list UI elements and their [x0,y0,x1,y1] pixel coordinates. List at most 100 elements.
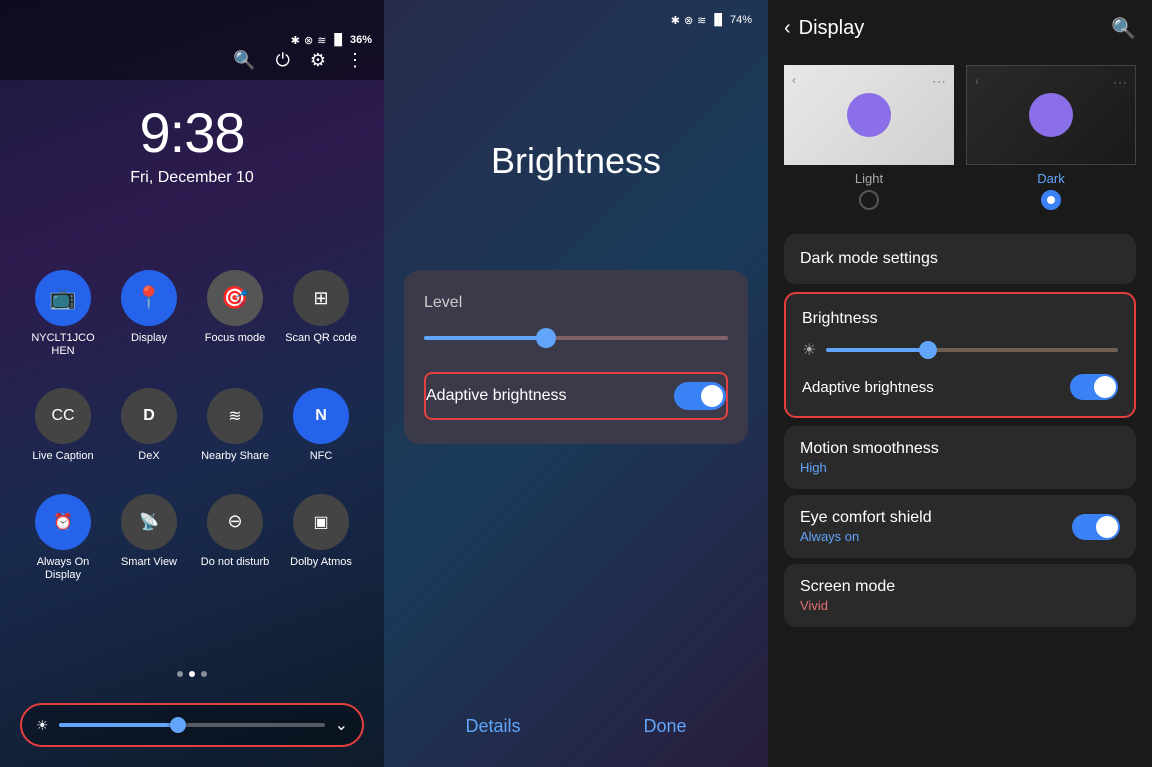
dot-3 [201,671,207,677]
theme-cards: ‹ ⋯ Light ‹ ⋯ Dark [768,53,1152,230]
brightness-thumb[interactable] [919,341,937,359]
app-icon-nearby: ≋ [207,388,263,444]
theme-circle-light [847,93,891,137]
app-nfc[interactable]: N NFC [285,388,357,463]
app-dex[interactable]: D DeX [113,388,185,463]
dark-mode-settings-item[interactable]: Dark mode settings [784,234,1136,284]
chevron-left-icon: ‹ [792,73,796,87]
level-slider[interactable] [424,328,728,348]
adaptive-brightness-row: Adaptive brightness [424,372,728,420]
chevron-left-dark-icon: ‹ [975,74,979,88]
adaptive-brightness-label: Adaptive brightness [426,387,567,405]
app-focus[interactable]: 🎯 Focus mode [199,270,271,358]
app-nyclt[interactable]: 📺 NYCLT1JCOHEN [27,270,99,358]
level-fill [424,336,546,340]
app-label-location: Display [131,332,167,345]
quick-icons-row: 🔍 ⏻ ⚙ ⋮ [0,42,384,79]
page-dots [0,671,384,677]
p2-battery: 74% [730,14,752,26]
adaptive-brightness-settings-row: Adaptive brightness [802,374,1118,400]
eye-comfort-shield-item[interactable]: Eye comfort shield Always on [784,495,1136,558]
dark-theme-preview: ‹ ⋯ [966,65,1136,165]
level-label: Level [424,294,728,312]
theme-circle-dark [1029,93,1073,137]
brightness-fill-right [928,348,1118,352]
theme-card-dark[interactable]: ‹ ⋯ Dark [966,65,1136,218]
time-display: 9:38 Fri, December 10 [0,100,384,187]
light-radio[interactable] [784,190,954,218]
details-button[interactable]: Details [465,716,520,737]
back-arrow-icon[interactable]: ‹ [784,17,791,40]
app-smart-view[interactable]: 📡 Smart View [113,494,185,582]
app-icon-dnd: ⊖ [207,494,263,550]
app-dolby[interactable]: ▣ Dolby Atmos [285,494,357,582]
search-icon[interactable]: 🔍 [233,50,255,71]
app-qr[interactable]: ⊞ Scan QR code [285,270,357,358]
brightness-slider-track[interactable] [59,723,325,727]
adaptive-brightness-toggle[interactable] [674,382,726,410]
app-location[interactable]: 📍 Display [113,270,185,358]
app-icon-nfc: N [293,388,349,444]
light-theme-label: Light [784,165,954,190]
screen-mode-label: Screen mode [800,578,1120,596]
app-label-live: Live Caption [32,450,93,463]
level-thumb[interactable] [536,328,556,348]
dark-radio[interactable] [966,190,1136,218]
apps-row-1: 📺 NYCLT1JCOHEN 📍 Display 🎯 Focus mode ⊞ … [20,270,364,358]
app-icon-dex: D [121,388,177,444]
app-label-nfc: NFC [310,450,333,463]
brightness-track[interactable] [826,348,1118,352]
app-icon-focus: 🎯 [207,270,263,326]
display-page-title: Display [799,17,865,40]
brightness-thumb[interactable] [170,717,186,733]
app-live-caption[interactable]: CC Live Caption [27,388,99,463]
brightness-bar-panel1[interactable]: ☀ ⌄ [20,703,364,747]
header-left: ‹ Display [784,17,864,40]
app-label-nyclt: NYCLT1JCOHEN [31,332,94,358]
dots-dark-icon: ⋯ [1113,74,1127,91]
app-icon-live: CC [35,388,91,444]
eye-comfort-label: Eye comfort shield [800,509,1072,527]
app-label-smart: Smart View [121,556,177,569]
brightness-fill [59,723,179,727]
dot-1 [177,671,183,677]
clock-date: Fri, December 10 [0,169,384,187]
settings-icon[interactable]: ⚙ [310,50,326,71]
app-label-dnd: Do not disturb [201,556,269,569]
dots-icon: ⋯ [932,73,946,90]
app-icon-aod: ⏰ [35,494,91,550]
power-icon[interactable]: ⏻ [276,50,290,71]
panel-lockscreen: ✱ ⊗ ≋ ▐▌ 36% 🔍 ⏻ ⚙ ⋮ 9:38 Fri, December … [0,0,384,767]
dot-2 [189,671,195,677]
brightness-fill [826,348,928,352]
theme-card-light[interactable]: ‹ ⋯ Light [784,65,954,218]
apps-row-2: CC Live Caption D DeX ≋ Nearby Share N N… [20,388,364,463]
motion-smoothness-item[interactable]: Motion smoothness High [784,426,1136,489]
eye-comfort-text: Eye comfort shield Always on [800,509,1072,544]
level-fill-right [546,336,728,340]
screen-mode-item[interactable]: Screen mode Vivid [784,564,1136,627]
motion-smoothness-label: Motion smoothness [800,440,1120,458]
app-aod[interactable]: ⏰ Always On Display [27,494,99,582]
screen-mode-value: Vivid [800,598,1120,613]
apps-row-3: ⏰ Always On Display 📡 Smart View ⊖ Do no… [20,494,364,582]
display-header: ‹ Display 🔍 [768,0,1152,53]
dark-theme-label: Dark [966,165,1136,190]
app-label-focus: Focus mode [205,332,266,345]
clock-time: 9:38 [0,100,384,165]
search-icon[interactable]: 🔍 [1111,16,1136,41]
chevron-down-icon[interactable]: ⌄ [335,715,348,735]
app-nearby[interactable]: ≋ Nearby Share [199,388,271,463]
app-label-aod: Always On Display [27,556,99,582]
done-button[interactable]: Done [643,716,686,737]
app-dnd[interactable]: ⊖ Do not disturb [199,494,271,582]
eye-comfort-toggle[interactable] [1072,514,1120,540]
adaptive-brightness-settings-toggle[interactable] [1070,374,1118,400]
p2-nfc-icon: ⊗ [684,14,693,27]
app-icon-location: 📍 [121,270,177,326]
app-icon-smart: 📡 [121,494,177,550]
p2-bluetooth-icon: ✱ [671,14,680,27]
app-label-qr: Scan QR code [285,332,357,345]
brightness-dialog-title: Brightness [384,140,768,182]
more-icon[interactable]: ⋮ [346,50,364,71]
